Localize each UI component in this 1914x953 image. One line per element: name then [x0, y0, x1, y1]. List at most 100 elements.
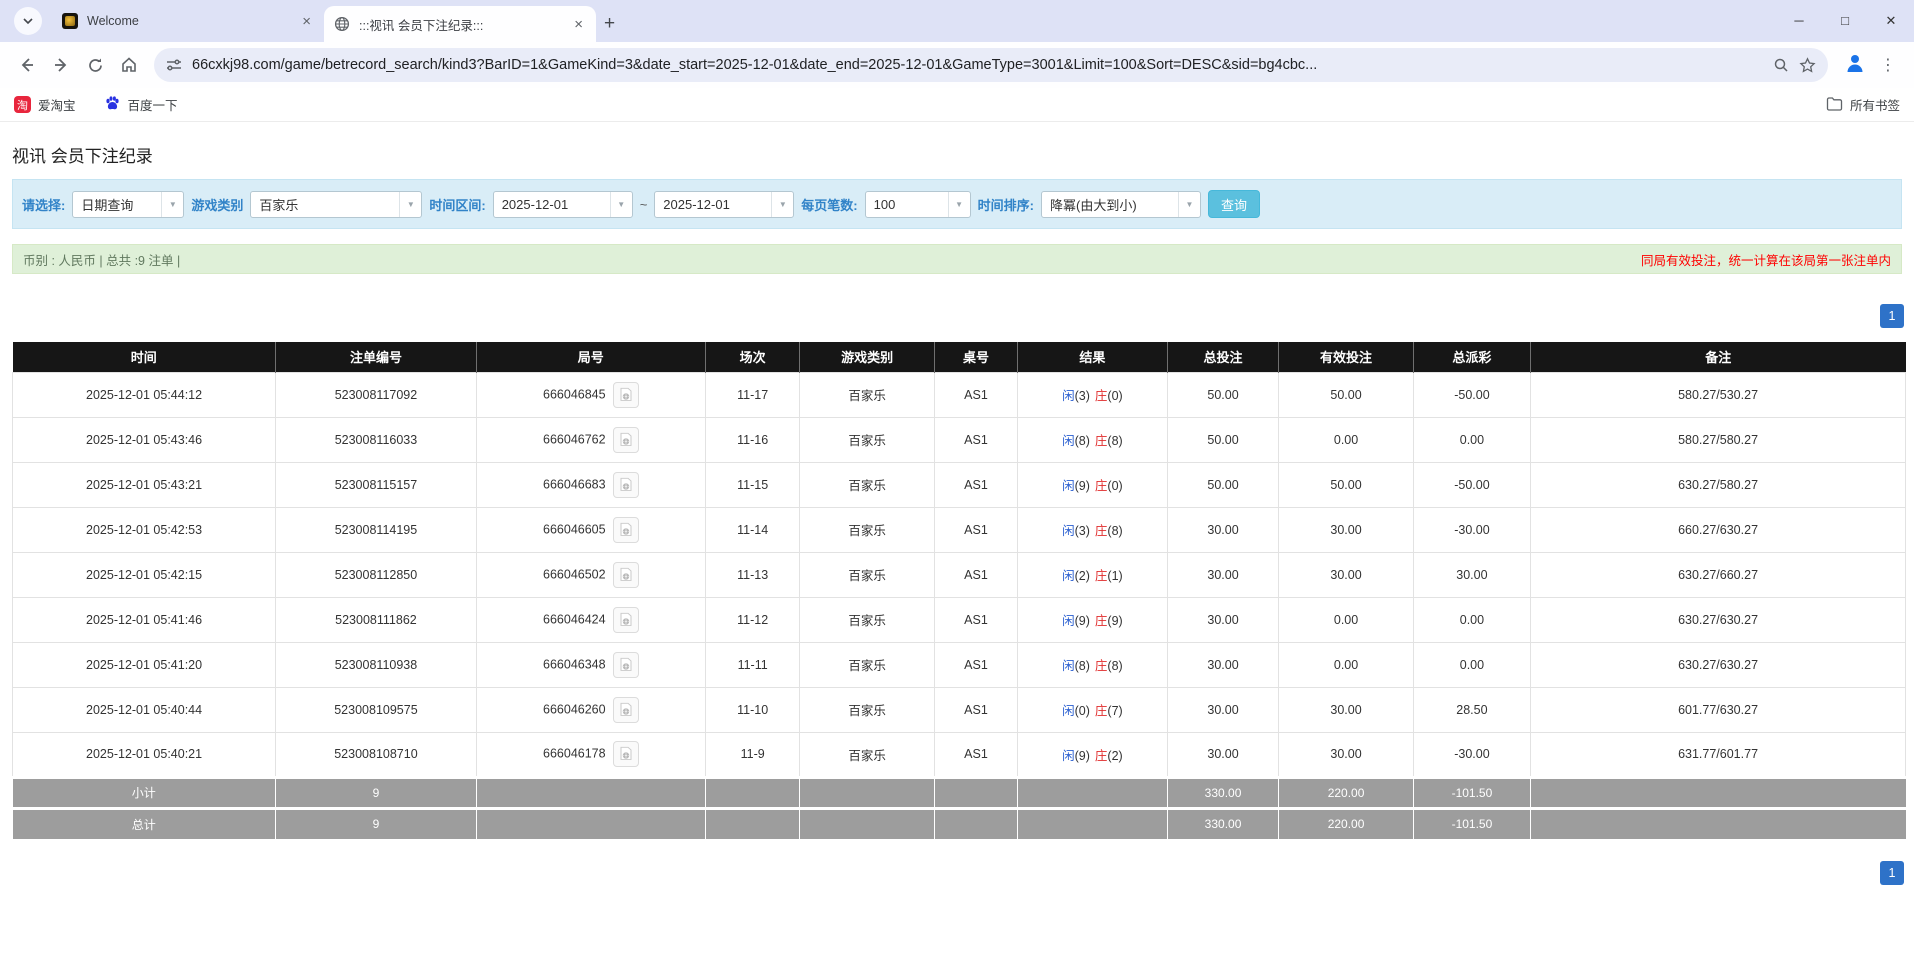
- total-bet-link[interactable]: 30.00: [1166, 506, 1280, 553]
- tab-welcome[interactable]: Welcome ×: [52, 0, 324, 42]
- total-bet-link[interactable]: 30.00: [1166, 551, 1280, 598]
- bookmark-baidu[interactable]: 百度一下: [104, 95, 178, 115]
- payout-cell: -50.00: [1412, 461, 1532, 508]
- close-tab-icon[interactable]: ×: [299, 13, 314, 30]
- date-end-value: 2025-12-01: [663, 196, 730, 212]
- video-replay-icon[interactable]: [612, 696, 639, 723]
- bookmarks-bar: 淘 爱淘宝 百度一下 所有书签: [0, 88, 1914, 122]
- banker-result-score: (8): [1107, 434, 1123, 448]
- remark: 630.27/630.27: [1530, 641, 1906, 688]
- date-end-select[interactable]: 2025-12-01 ▼: [654, 190, 795, 218]
- page-1-button[interactable]: 1: [1880, 861, 1904, 885]
- url-text[interactable]: 66cxkj98.com/game/betrecord_search/kind3…: [192, 57, 1763, 73]
- game-type-select[interactable]: 百家乐 ▼: [250, 190, 423, 218]
- home-button[interactable]: [112, 48, 146, 82]
- result-cell: 闲(9) 庄(0): [1017, 461, 1168, 508]
- table-row: 2025-12-01 05:40:44 523008109575 6660462…: [11, 686, 1906, 733]
- player-result-score: (0): [1074, 704, 1090, 718]
- folder-icon: [1826, 96, 1843, 114]
- per-page-label: 每页笔数:: [801, 197, 858, 213]
- close-window-button[interactable]: ✕: [1868, 0, 1914, 42]
- table-row: 2025-12-01 05:41:20 523008110938 6660463…: [11, 641, 1906, 688]
- bookmark-label: 爱淘宝: [38, 99, 76, 113]
- banker-result-score: (7): [1107, 704, 1123, 718]
- bet-id: 523008115157: [275, 461, 477, 508]
- search-button[interactable]: 查询: [1207, 190, 1260, 218]
- new-tab-button[interactable]: +: [604, 14, 615, 33]
- total-bet-link[interactable]: 30.00: [1166, 686, 1280, 733]
- video-replay-icon[interactable]: [612, 651, 639, 678]
- game-type: 百家乐: [799, 416, 935, 463]
- total-bet-link[interactable]: 50.00: [1166, 371, 1280, 418]
- video-replay-icon[interactable]: [612, 606, 639, 633]
- video-replay-icon[interactable]: [612, 561, 639, 588]
- profile-avatar[interactable]: [1844, 52, 1866, 79]
- payout-cell: -30.00: [1412, 506, 1532, 553]
- total-bet-link[interactable]: 30.00: [1166, 641, 1280, 688]
- page-1-button[interactable]: 1: [1880, 304, 1904, 328]
- subtotal-payout: -101.50: [1413, 775, 1532, 808]
- total-bet-link[interactable]: 50.00: [1166, 461, 1280, 508]
- tab-search-button[interactable]: [14, 7, 42, 35]
- session: 11-9: [704, 731, 801, 778]
- zoom-icon[interactable]: [1773, 57, 1789, 73]
- valid-bet: 30.00: [1278, 551, 1414, 598]
- video-replay-icon[interactable]: [612, 516, 639, 543]
- total-valid-bet: 220.00: [1278, 806, 1414, 839]
- video-replay-icon[interactable]: [612, 741, 639, 767]
- reload-button[interactable]: [78, 48, 112, 82]
- game-type: 百家乐: [799, 596, 935, 643]
- maximize-button[interactable]: □: [1822, 0, 1868, 42]
- bookmark-taobao[interactable]: 淘 爱淘宝: [14, 95, 76, 114]
- forward-button[interactable]: [44, 48, 78, 82]
- total-bet-link[interactable]: 30.00: [1166, 596, 1280, 643]
- payout-cell: 0.00: [1412, 596, 1532, 643]
- all-bookmarks-button[interactable]: 所有书签: [1826, 95, 1900, 114]
- minimize-button[interactable]: ─: [1776, 0, 1822, 42]
- bookmark-label: 百度一下: [127, 99, 178, 113]
- close-tab-icon[interactable]: ×: [571, 16, 586, 33]
- banker-result-score: (0): [1107, 479, 1123, 493]
- remark: 601.77/630.27: [1530, 686, 1906, 733]
- col-remark: 备注: [1530, 342, 1906, 372]
- result-cell: 闲(8) 庄(8): [1017, 416, 1168, 463]
- per-page-select[interactable]: 100 ▼: [864, 190, 971, 218]
- tab-strip: Welcome × :::视讯 会员下注纪录::: × + ─ □ ✕: [0, 0, 1914, 42]
- menu-dots-icon[interactable]: ⋮: [1880, 55, 1896, 75]
- total-bet-link[interactable]: 50.00: [1166, 416, 1280, 463]
- player-result-score: (8): [1074, 659, 1090, 673]
- total-bet-link[interactable]: 30.00: [1166, 731, 1280, 778]
- tab-betrecord[interactable]: :::视讯 会员下注纪录::: ×: [324, 6, 596, 42]
- banker-result-label: 庄: [1094, 524, 1108, 538]
- back-button[interactable]: [10, 48, 44, 82]
- banker-result-label: 庄: [1094, 748, 1108, 763]
- col-time: 时间: [12, 342, 277, 372]
- video-replay-icon[interactable]: [612, 471, 639, 498]
- bookmark-star-icon[interactable]: [1799, 56, 1816, 74]
- video-replay-icon[interactable]: [612, 426, 639, 453]
- tab-title: :::视讯 会员下注纪录:::: [359, 18, 484, 33]
- query-type-value: 日期查询: [81, 197, 134, 213]
- toolbar-right: ⋮: [1836, 52, 1904, 79]
- bet-time: 2025-12-01 05:41:20: [11, 641, 277, 688]
- game-type: 百家乐: [799, 551, 935, 598]
- player-result-score: (9): [1074, 479, 1090, 493]
- col-table-no: 桌号: [934, 342, 1019, 372]
- player-result-label: 闲: [1062, 479, 1075, 493]
- video-replay-icon[interactable]: [612, 381, 639, 408]
- date-start-select[interactable]: 2025-12-01 ▼: [492, 190, 633, 218]
- sort-select[interactable]: 降冪(由大到小) ▼: [1040, 190, 1201, 218]
- result-cell: 闲(9) 庄(9): [1017, 596, 1168, 643]
- chevron-down-icon: ▼: [399, 191, 421, 217]
- banker-result-score: (8): [1107, 659, 1123, 673]
- payout-cell: 0.00: [1412, 641, 1532, 688]
- remark: 580.27/580.27: [1530, 416, 1906, 463]
- address-bar[interactable]: 66cxkj98.com/game/betrecord_search/kind3…: [154, 48, 1828, 82]
- round-cell: 666046762: [475, 416, 706, 463]
- filter-bar: 请选择: 日期查询 ▼ 游戏类别 百家乐 ▼ 时间区间: 2025-12-01 …: [12, 179, 1902, 229]
- payout-cell: 0.00: [1412, 416, 1532, 463]
- valid-bet: 0.00: [1278, 641, 1414, 688]
- query-type-select[interactable]: 日期查询 ▼: [72, 190, 185, 218]
- player-result-label: 闲: [1062, 659, 1075, 673]
- site-settings-icon[interactable]: [166, 57, 182, 73]
